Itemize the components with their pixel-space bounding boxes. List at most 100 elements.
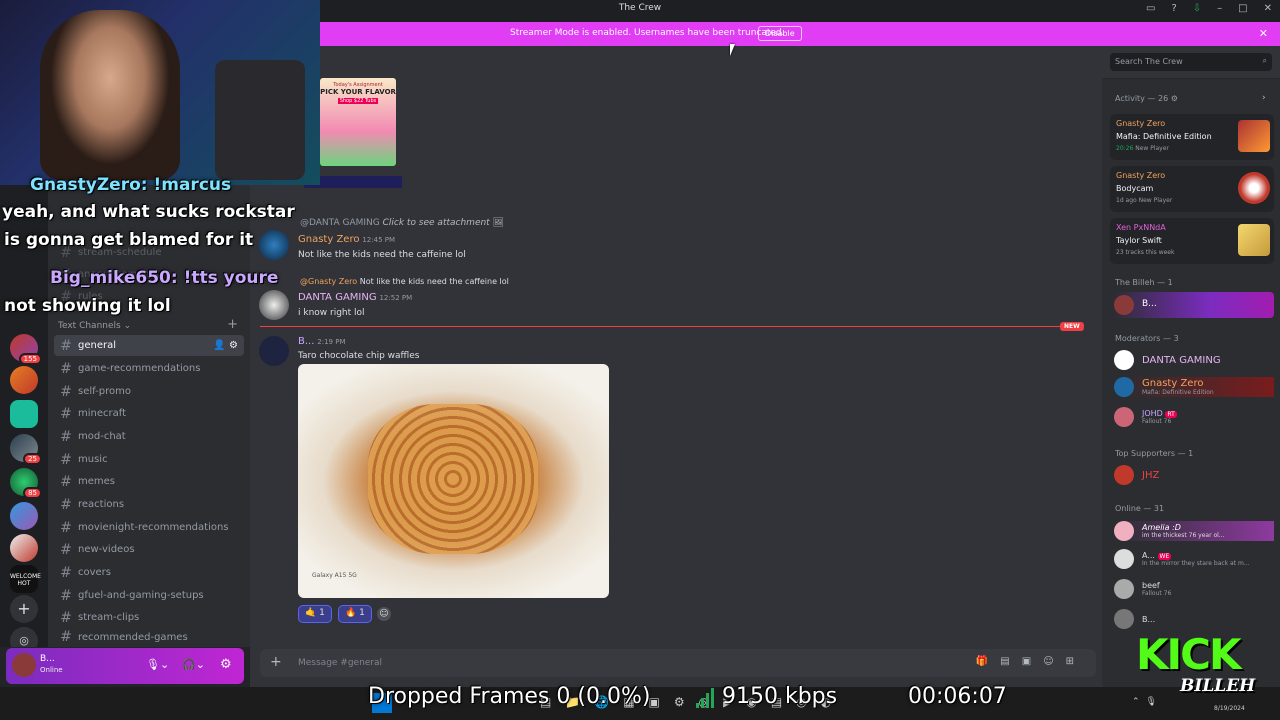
system-tray-icons[interactable]: ⌃🎙 xyxy=(1132,697,1163,707)
server-icon[interactable] xyxy=(10,534,38,562)
avatar[interactable] xyxy=(259,336,289,366)
member-item[interactable]: B... xyxy=(1114,609,1155,629)
channel-item[interactable]: # self-promo xyxy=(54,381,244,402)
server-badge: 25 xyxy=(23,453,42,465)
user-name: B... xyxy=(40,654,55,664)
channel-item[interactable]: # gfuel-and-gaming-setups xyxy=(54,585,244,606)
uptime-text: 00:06:07 xyxy=(908,684,1007,709)
reply-preview[interactable]: @Gnasty Zero Not like the kids need the … xyxy=(300,277,509,286)
chat-line: GnastyZero: !marcus xyxy=(30,175,232,195)
server-icon[interactable]: 25 xyxy=(10,434,42,465)
game-art xyxy=(1238,120,1270,152)
server-badge: 155 xyxy=(18,353,42,365)
server-badge: 85 xyxy=(23,487,42,499)
add-server-icon[interactable]: + xyxy=(10,595,38,623)
activity-card[interactable]: Gnasty Zero Mafia: Definitive Edition 20… xyxy=(1110,114,1274,160)
close-banner-icon[interactable]: ✕ xyxy=(1259,27,1268,40)
clock-date: 8/19/2024 xyxy=(1214,705,1245,712)
channel-item[interactable]: # reactions xyxy=(54,494,244,515)
message-author[interactable]: B... xyxy=(298,336,314,347)
image-watermark: Galaxy A15 5G xyxy=(312,572,357,579)
server-icon[interactable]: 155 xyxy=(10,334,42,365)
chat-line: not showing it lol xyxy=(4,296,171,316)
maximize-icon[interactable]: □ xyxy=(1238,3,1247,14)
streamer-mode-banner: Streamer Mode is enabled. Usernames have… xyxy=(320,22,1280,46)
search-input[interactable]: Search The Crew ⌕ xyxy=(1110,53,1272,71)
chair xyxy=(215,60,305,180)
member-item[interactable]: DANTA GAMING xyxy=(1114,350,1221,370)
member-item[interactable]: Amelia :D im the thickest 76 year ol... xyxy=(1114,521,1274,541)
ad-price: Shop $22 Tubs xyxy=(338,98,378,104)
waffle-image[interactable]: Galaxy A15 5G xyxy=(298,364,609,598)
avatar[interactable] xyxy=(259,230,289,260)
reaction-button[interactable]: 🔥 1 xyxy=(338,605,372,623)
new-badge: NEW xyxy=(1060,322,1084,331)
ad-heading: PICK YOUR FLAVOR xyxy=(320,88,396,96)
headphones-icon[interactable]: 🎧⌄ xyxy=(182,658,205,671)
album-art xyxy=(1238,224,1270,256)
channel-item-general[interactable]: # general 👤 ⚙ xyxy=(54,335,244,356)
message-input[interactable]: Message #general xyxy=(298,658,382,668)
channel-item[interactable]: # music xyxy=(54,449,244,470)
activity-card[interactable]: Xen PxNNdA Taylor Swift 23 tracks this w… xyxy=(1110,218,1274,264)
server-icon[interactable] xyxy=(10,366,38,394)
channel-item[interactable]: # movienight-recommendations xyxy=(54,517,244,538)
attachment-image[interactable]: Today's Assignment PICK YOUR FLAVOR Shop… xyxy=(320,78,396,166)
role-header: The Billeh — 1 xyxy=(1115,278,1173,287)
close-window-icon[interactable]: ✕ xyxy=(1264,3,1272,14)
add-attachment-icon[interactable]: + xyxy=(270,654,282,670)
member-item[interactable]: JOHD RT Fallout 76 xyxy=(1114,407,1177,427)
activity-header: Activity — 26 ⚙ xyxy=(1115,94,1178,103)
server-icon[interactable]: 85 xyxy=(10,468,42,499)
member-item[interactable]: B... xyxy=(1112,292,1274,318)
avatar[interactable] xyxy=(12,653,36,677)
role-header: Top Supporters — 1 xyxy=(1115,449,1194,458)
signal-strength-icon xyxy=(696,688,714,708)
channel-item[interactable]: # minecraft xyxy=(54,403,244,424)
activity-card[interactable]: Gnasty Zero Bodycam 1d ago New Player xyxy=(1110,166,1274,212)
member-item[interactable]: JHZ xyxy=(1114,465,1159,485)
message-author[interactable]: Gnasty Zero xyxy=(298,234,359,245)
channel-item[interactable]: # covers xyxy=(54,562,244,583)
channel-item[interactable]: # stream-clips xyxy=(54,607,244,628)
chat-line: Big_mike650: !tts youre xyxy=(50,268,279,288)
member-item[interactable]: A... WE In the mirror they stare back at … xyxy=(1114,549,1250,569)
member-item[interactable]: beef Fallout 76 xyxy=(1114,579,1171,599)
user-status: Online xyxy=(40,666,63,674)
avatar[interactable] xyxy=(259,290,289,320)
channel-item[interactable]: # mod-chat xyxy=(54,426,244,447)
help-icon[interactable]: ? xyxy=(1171,3,1176,14)
avatar xyxy=(1114,295,1134,315)
inbox-icon[interactable]: ▭ xyxy=(1146,3,1155,14)
message-author[interactable]: DANTA GAMING xyxy=(298,292,377,303)
download-icon[interactable]: ⇩ xyxy=(1193,3,1201,14)
server-icon[interactable]: WELCOME HOT xyxy=(10,565,41,593)
invite-and-settings-icons[interactable]: 👤 ⚙ xyxy=(213,340,238,351)
search-icon: ⌕ xyxy=(1262,56,1267,65)
server-icon[interactable] xyxy=(10,502,38,530)
channel-item[interactable]: # memes xyxy=(54,471,244,492)
add-channel-icon[interactable]: + xyxy=(227,317,238,332)
category-text-channels[interactable]: Text Channels ⌄ xyxy=(58,321,131,331)
message-text: Not like the kids need the caffeine lol xyxy=(298,250,466,260)
channel-item[interactable]: # recommended-games xyxy=(54,630,244,644)
chevron-right-icon[interactable]: › xyxy=(1262,93,1266,103)
message-composer[interactable]: + Message #general 🎁▤▣☺⊞ xyxy=(260,649,1096,677)
reply-preview[interactable]: @DANTA GAMING Click to see attachment 🖼 xyxy=(300,218,504,228)
role-header: Moderators — 3 xyxy=(1115,334,1179,343)
new-messages-divider xyxy=(260,326,1082,327)
server-icon[interactable] xyxy=(10,400,38,428)
message-text: Taro chocolate chip waffles xyxy=(298,351,420,361)
disable-button[interactable]: Disable xyxy=(758,26,802,41)
add-reaction-icon[interactable]: ☺ xyxy=(377,607,391,621)
minimize-icon[interactable]: – xyxy=(1217,3,1222,14)
bitrate-text: 9150 kbps xyxy=(722,684,838,709)
member-item[interactable]: Gnasty Zero Mafia: Definitive Edition xyxy=(1114,377,1274,397)
composer-tools-icons[interactable]: 🎁▤▣☺⊞ xyxy=(976,656,1086,667)
reaction-button[interactable]: 🤙 1 xyxy=(298,605,332,623)
channel-item[interactable]: # game-recommendations xyxy=(54,358,244,379)
microphone-icon[interactable]: 🎙⌄ xyxy=(146,658,169,671)
webcam-overlay xyxy=(0,0,320,185)
settings-gear-icon[interactable]: ⚙ xyxy=(220,657,232,672)
channel-item[interactable]: # new-videos xyxy=(54,539,244,560)
